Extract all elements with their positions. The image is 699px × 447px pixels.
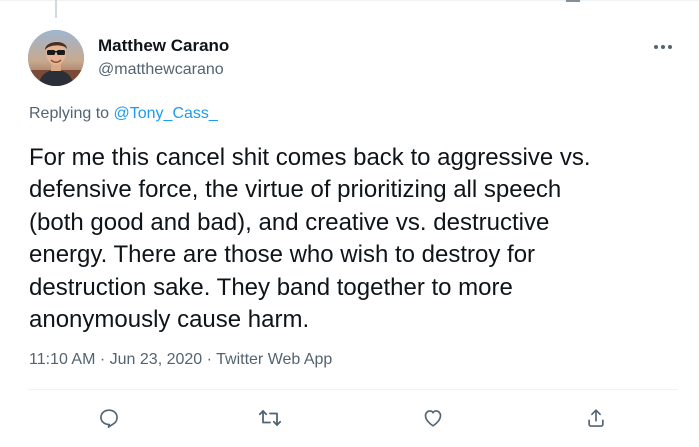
tweet-time-link[interactable]: 11:10 AM bbox=[29, 351, 95, 368]
tweet-text: For me this cancel shit comes back to ag… bbox=[29, 144, 591, 334]
thread-connector-line bbox=[55, 0, 57, 18]
author-display-name[interactable]: Matthew Carano bbox=[98, 36, 229, 56]
retweet-icon bbox=[258, 410, 282, 426]
tweet-source-link[interactable]: Twitter Web App bbox=[216, 351, 332, 368]
like-icon bbox=[424, 410, 442, 427]
more-dots-icon bbox=[654, 45, 672, 49]
tweet-view: Matthew Carano @matthewcarano Replying t… bbox=[0, 0, 699, 447]
avatar[interactable] bbox=[28, 30, 84, 86]
top-divider bbox=[0, 0, 699, 1]
meta-separator: · bbox=[99, 351, 106, 368]
replying-to-mention-link[interactable]: @Tony_Cass_ bbox=[114, 105, 218, 122]
like-button[interactable] bbox=[417, 402, 449, 434]
share-icon bbox=[588, 409, 604, 427]
tweet-metadata: 11:10 AM · Jun 23, 2020 · Twitter Web Ap… bbox=[29, 350, 332, 370]
author-names: Matthew Carano @matthewcarano bbox=[98, 36, 229, 80]
actions-divider bbox=[28, 389, 678, 390]
tweet-date-link[interactable]: Jun 23, 2020 bbox=[110, 351, 203, 368]
tweet-header: Matthew Carano @matthewcarano bbox=[28, 30, 678, 86]
reply-icon bbox=[100, 409, 118, 428]
tweet-actions-bar bbox=[0, 402, 699, 434]
reply-button[interactable] bbox=[93, 402, 125, 434]
avatar-image bbox=[28, 30, 84, 86]
more-options-button[interactable] bbox=[648, 38, 678, 56]
retweet-button[interactable] bbox=[254, 402, 286, 434]
meta-separator: · bbox=[206, 351, 212, 368]
previous-tweet-icon-fragment bbox=[566, 0, 580, 2]
replying-to-prefix: Replying to bbox=[29, 105, 110, 122]
author-handle[interactable]: @matthewcarano bbox=[98, 60, 229, 80]
share-button[interactable] bbox=[580, 402, 612, 434]
replying-to-line: Replying to @Tony_Cass_ bbox=[29, 104, 218, 124]
